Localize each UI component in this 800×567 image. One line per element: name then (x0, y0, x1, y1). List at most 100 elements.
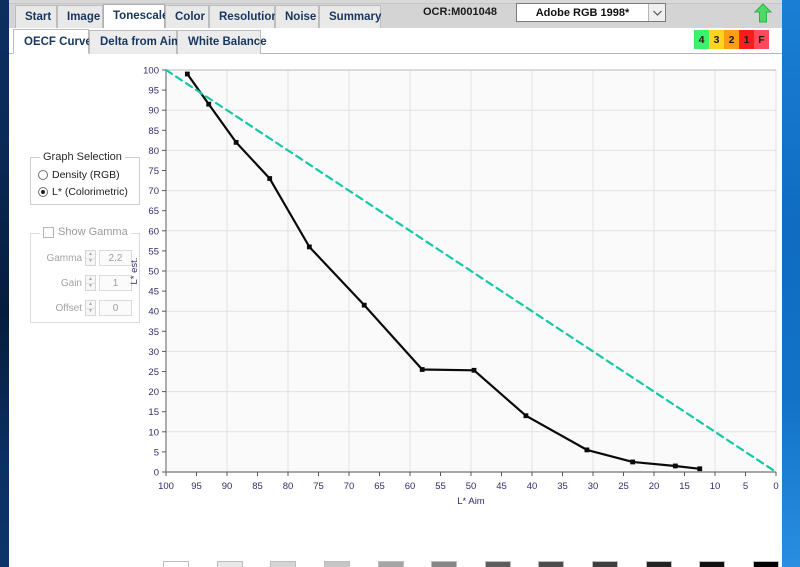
data-point-marker (233, 139, 239, 145)
data-point-marker (672, 463, 678, 469)
grade-badge-2: 2 (724, 30, 739, 49)
y-tick-label: 65 (148, 206, 159, 217)
y-tick-label: 30 (148, 347, 159, 358)
x-tick-label: 75 (313, 481, 324, 492)
gain-stepper[interactable]: ▲ ▼ (85, 275, 96, 291)
main-tab-resolution[interactable]: Resolution (209, 5, 278, 28)
grayscale-patch-3 (270, 561, 297, 567)
y-tick-label: 5 (154, 447, 159, 458)
grayscale-patch-7 (484, 561, 511, 567)
y-tick-label: 15 (148, 407, 159, 418)
grayscale-patch-5 (377, 561, 404, 567)
radio-l-colorimetric[interactable]: L* (Colorimetric) (38, 186, 128, 198)
main-tab-noise[interactable]: Noise (275, 5, 319, 28)
data-point-marker (206, 101, 212, 107)
sub-tab-white-balance[interactable]: White Balance (177, 30, 267, 54)
green-up-arrow-icon[interactable] (752, 3, 774, 23)
radio-l-colorimetric-icon[interactable] (38, 187, 48, 197)
x-tick-label: 20 (649, 481, 660, 492)
x-tick-label: 40 (527, 481, 538, 492)
grayscale-patch-6 (431, 561, 458, 567)
sub-tab-delta-from-aim[interactable]: Delta from Aim (89, 30, 181, 54)
x-tick-label: 60 (405, 481, 416, 492)
x-tick-label: 30 (588, 481, 599, 492)
y-axis-label: L* est. (129, 258, 140, 285)
y-tick-label: 100 (143, 66, 159, 77)
sub-tab-bar: OECF Curves Delta from Aim White Balance (9, 28, 782, 54)
x-tick-label: 0 (773, 481, 778, 492)
y-tick-label: 25 (148, 367, 159, 378)
color-profile-select[interactable]: Adobe RGB 1998* (516, 3, 666, 22)
data-point-marker (267, 176, 273, 181)
data-point-marker (471, 367, 477, 373)
grayscale-patch-9 (592, 561, 619, 567)
x-tick-label: 55 (435, 481, 446, 492)
offset-field-label: Offset (55, 302, 83, 314)
chevron-down-icon[interactable] (648, 4, 665, 21)
main-tab-bar: Start Image Tonescale Color Resolution Noise S… (9, 4, 782, 28)
main-tab-image[interactable]: Image (57, 5, 103, 28)
oecf-chart: 0 5 10 15 20 25 30 35 40 45 50 55 60 65 70 75 80 85 90 95 10… (124, 60, 779, 560)
x-tick-label: 70 (344, 481, 355, 492)
y-tick-label: 60 (148, 226, 159, 237)
main-tab-summary[interactable]: Summary (319, 5, 381, 28)
y-tick-label: 90 (148, 106, 159, 117)
x-tick-label: 95 (191, 481, 202, 492)
y-tick-label: 75 (148, 166, 159, 177)
x-tick-label: 35 (557, 481, 568, 492)
gamma-field-label: Gamma (46, 252, 82, 264)
x-tick-label: 45 (496, 481, 507, 492)
data-point-marker (184, 71, 190, 77)
y-tick-label: 20 (148, 387, 159, 398)
grayscale-patch-1 (163, 561, 189, 567)
x-tick-label: 50 (466, 481, 477, 492)
grade-badge-1: 1 (739, 30, 754, 49)
radio-density-rgb-icon[interactable] (38, 170, 48, 180)
grade-badge-F: F (754, 30, 769, 49)
data-point-marker (584, 447, 590, 453)
ocr-id-label: OCR:M001048 (423, 6, 497, 18)
show-gamma-checkbox-icon[interactable] (43, 226, 54, 238)
data-point-marker (306, 244, 312, 250)
x-tick-label: 80 (283, 481, 294, 492)
offset-stepper[interactable]: ▲ ▼ (85, 300, 96, 316)
main-tab-start[interactable]: Start (15, 5, 57, 28)
color-profile-value: Adobe RGB 1998* (535, 6, 630, 19)
radio-density-rgb[interactable]: Density (RGB) (38, 169, 120, 181)
x-tick-label: 5 (743, 481, 748, 492)
gain-field-label: Gain (60, 277, 82, 289)
y-tick-label: 70 (148, 186, 159, 197)
y-tick-label: 95 (148, 86, 159, 97)
x-tick-label: 65 (374, 481, 385, 492)
sub-tab-oecf-curves[interactable]: OECF Curves (13, 29, 98, 54)
x-axis-label: L* Aim (457, 496, 485, 507)
oecf-chart-svg: 0510152025303540455055606570758085909510… (129, 66, 779, 508)
gain-field-row: Gain ▲ ▼ 1 (61, 275, 132, 291)
grade-badge-group: 4321F (693, 29, 770, 49)
y-tick-label: 45 (148, 287, 159, 298)
radio-density-rgb-label: Density (RGB) (52, 169, 120, 181)
main-tab-tonescale[interactable]: Tonescale (103, 4, 168, 28)
graph-selection-title: Graph Selection (40, 151, 125, 163)
desktop-background-left (0, 0, 9, 567)
data-point-marker (630, 459, 636, 465)
gamma-stepper[interactable]: ▲ ▼ (85, 250, 96, 266)
x-tick-label: 10 (710, 481, 721, 492)
grayscale-patch-11 (699, 561, 726, 567)
show-gamma-label: Show Gamma (58, 226, 128, 238)
main-tab-color[interactable]: Color (165, 5, 209, 28)
radio-l-colorimetric-label: L* (Colorimetric) (52, 186, 128, 198)
content-panel: Graph Selection Density (RGB) L* (Colori… (9, 55, 782, 567)
show-gamma-checkbox-row[interactable]: Show Gamma (40, 226, 131, 238)
grayscale-patch-8 (538, 561, 565, 567)
grayscale-patch-12 (753, 561, 779, 567)
x-tick-label: 100 (158, 481, 174, 492)
y-tick-label: 10 (148, 427, 159, 438)
grayscale-patch-10 (645, 561, 672, 567)
grayscale-patch-strip (124, 555, 779, 567)
x-tick-label: 85 (252, 481, 263, 492)
grayscale-patch-2 (216, 561, 243, 567)
y-tick-label: 0 (154, 468, 159, 479)
x-tick-label: 90 (222, 481, 233, 492)
offset-field-row: Offset ▲ ▼ 0 (55, 300, 132, 316)
